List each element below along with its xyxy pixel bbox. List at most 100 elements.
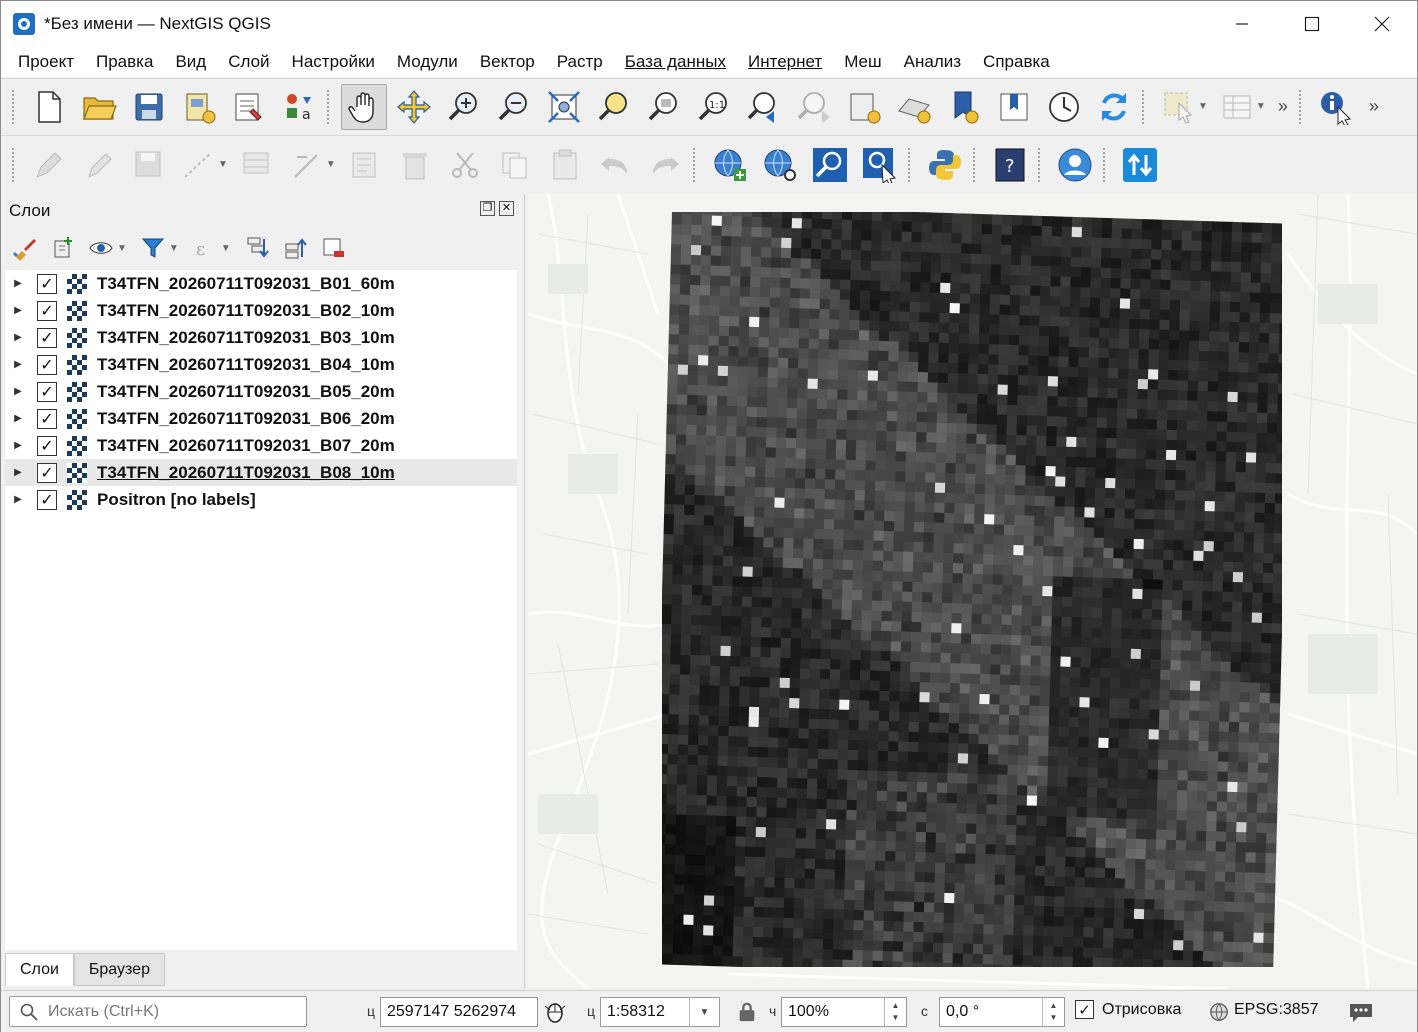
expand-all-button[interactable] (241, 232, 273, 264)
scale-combo[interactable]: 1:58312 ▼ (600, 997, 720, 1027)
layout-manager-button[interactable] (226, 84, 272, 130)
layer-row[interactable]: ▶ ✓ T34TFN_20260711T092031_B06_20m (5, 405, 517, 432)
layer-row[interactable]: ▶ ✓ T34TFN_20260711T092031_B08_10m (5, 459, 517, 486)
expand-arrow-icon[interactable]: ▶ (5, 278, 31, 289)
redo-button[interactable] (642, 142, 688, 188)
copy-features-button[interactable] (492, 142, 538, 188)
zoom-native-button[interactable]: 1:1 (691, 84, 737, 130)
pan-map-button[interactable] (341, 83, 387, 130)
toolbar-grip[interactable] (1297, 88, 1303, 125)
toggle-editing-button[interactable] (76, 142, 122, 188)
layer-visibility-checkbox[interactable]: ✓ (37, 408, 57, 429)
expand-arrow-icon[interactable]: ▶ (5, 332, 31, 343)
toolbar-grip[interactable] (11, 88, 16, 125)
menu-settings[interactable]: Настройки (281, 52, 386, 72)
toolbar-grip[interactable] (1036, 146, 1042, 183)
temporal-controller-button[interactable] (1041, 84, 1087, 130)
zoom-full-button[interactable] (541, 84, 587, 130)
menu-layer[interactable]: Слой (217, 52, 280, 72)
filter-expression-button[interactable]: ε (189, 232, 221, 264)
manage-visibility-button[interactable] (85, 232, 117, 264)
expand-arrow-icon[interactable]: ▶ (5, 413, 31, 424)
close-button[interactable] (1347, 1, 1417, 47)
style-manager-button[interactable]: a (276, 84, 322, 130)
tab-browser[interactable]: Браузер (73, 953, 165, 986)
messages-button[interactable] (1347, 998, 1375, 1026)
attribute-table-button[interactable] (1214, 84, 1260, 130)
zoom-last-button[interactable] (741, 84, 787, 130)
quickmapservices-search-button[interactable] (757, 142, 803, 188)
expand-arrow-icon[interactable]: ▶ (5, 440, 31, 451)
new-map-view-button[interactable] (841, 84, 887, 130)
close-panel-icon[interactable]: ✕ (499, 201, 514, 216)
toolbar-grip[interactable] (1101, 146, 1107, 183)
remove-layer-button[interactable] (317, 232, 349, 264)
toolbar-grip[interactable] (11, 146, 16, 183)
tab-layers[interactable]: Слои (5, 953, 74, 986)
layer-row[interactable]: ▶ ✓ T34TFN_20260711T092031_B01_60m (5, 270, 517, 297)
layer-row[interactable]: ▶ ✓ T34TFN_20260711T092031_B04_10m (5, 351, 517, 378)
rotation-spinner[interactable]: ▲ ▼ (1042, 998, 1064, 1026)
show-bookmarks-button[interactable] (991, 84, 1037, 130)
maximize-button[interactable] (1277, 1, 1347, 47)
expand-arrow-icon[interactable]: ▶ (5, 359, 31, 370)
toolbar-grip[interactable] (691, 146, 697, 183)
rotation-field[interactable]: 0,0 ° ▲ ▼ (939, 997, 1065, 1027)
vertex-tool-button[interactable] (234, 142, 280, 188)
toolbar-overflow-icon-2[interactable]: » (1361, 96, 1387, 117)
collapse-all-button[interactable] (279, 232, 311, 264)
undock-panel-icon[interactable]: ❐ (480, 201, 495, 216)
zoom-out-button[interactable] (491, 84, 537, 130)
digitize-button[interactable] (176, 142, 222, 188)
menu-project[interactable]: Проект (7, 52, 85, 72)
new-3d-map-view-button[interactable] (891, 84, 937, 130)
render-checkbox[interactable]: ✓ (1075, 1000, 1094, 1019)
toggle-extents-button[interactable] (541, 998, 569, 1026)
undo-button[interactable] (592, 142, 638, 188)
zoom-next-button[interactable] (791, 84, 837, 130)
save-project-button[interactable] (126, 84, 172, 130)
expand-arrow-icon[interactable]: ▶ (5, 467, 31, 478)
menu-analysis[interactable]: Анализ (893, 52, 972, 72)
lock-scale-button[interactable] (733, 998, 761, 1026)
menu-edit[interactable]: Правка (85, 52, 164, 72)
expand-arrow-icon[interactable]: ▶ (5, 494, 31, 505)
layer-style-button[interactable] (9, 232, 41, 264)
filter-dropdown-icon[interactable]: ▼ (169, 243, 179, 254)
crs-label[interactable]: EPSG:3857 (1234, 1001, 1319, 1019)
map-canvas[interactable] (528, 194, 1417, 989)
nextgis-identify-button[interactable] (857, 142, 903, 188)
open-project-button[interactable] (76, 84, 122, 130)
python-console-button[interactable] (922, 142, 968, 188)
pan-to-selection-button[interactable] (391, 84, 437, 130)
coordinate-field[interactable]: 2597147 5262974 (380, 997, 538, 1027)
modify-attributes-button[interactable] (284, 142, 330, 188)
nextgis-search-button[interactable] (807, 142, 853, 188)
menu-raster[interactable]: Растр (546, 52, 614, 72)
zoom-to-selection-button[interactable] (591, 84, 637, 130)
new-print-layout-button[interactable] (176, 84, 222, 130)
menu-vector[interactable]: Вектор (469, 52, 546, 72)
current-edits-button[interactable] (26, 142, 72, 188)
layer-visibility-checkbox[interactable]: ✓ (37, 327, 57, 348)
add-group-button[interactable] (47, 232, 79, 264)
menu-view[interactable]: Вид (164, 52, 217, 72)
layer-row[interactable]: ▶ ✓ Positron [no labels] (5, 486, 517, 513)
refresh-button[interactable] (1091, 84, 1137, 130)
crs-button[interactable] (1205, 998, 1233, 1026)
menu-mesh[interactable]: Меш (833, 52, 892, 72)
cut-features-button[interactable] (442, 142, 488, 188)
toolbar-grip[interactable] (971, 146, 977, 183)
layer-row[interactable]: ▶ ✓ T34TFN_20260711T092031_B02_10m (5, 297, 517, 324)
layer-visibility-checkbox[interactable]: ✓ (37, 462, 57, 483)
layer-row[interactable]: ▶ ✓ T34TFN_20260711T092031_B07_20m (5, 432, 517, 459)
paste-features-button[interactable] (542, 142, 588, 188)
zoom-to-layer-button[interactable] (641, 84, 687, 130)
menu-web[interactable]: Интернет (737, 52, 833, 72)
layer-visibility-checkbox[interactable]: ✓ (37, 381, 57, 402)
visibility-dropdown-icon[interactable]: ▼ (117, 243, 127, 254)
select-features-button[interactable] (1156, 84, 1202, 130)
menu-plugins[interactable]: Модули (386, 52, 469, 72)
locator-search-input[interactable]: Искать (Ctrl+K) (9, 996, 307, 1027)
toolbar-grip[interactable] (326, 88, 331, 125)
